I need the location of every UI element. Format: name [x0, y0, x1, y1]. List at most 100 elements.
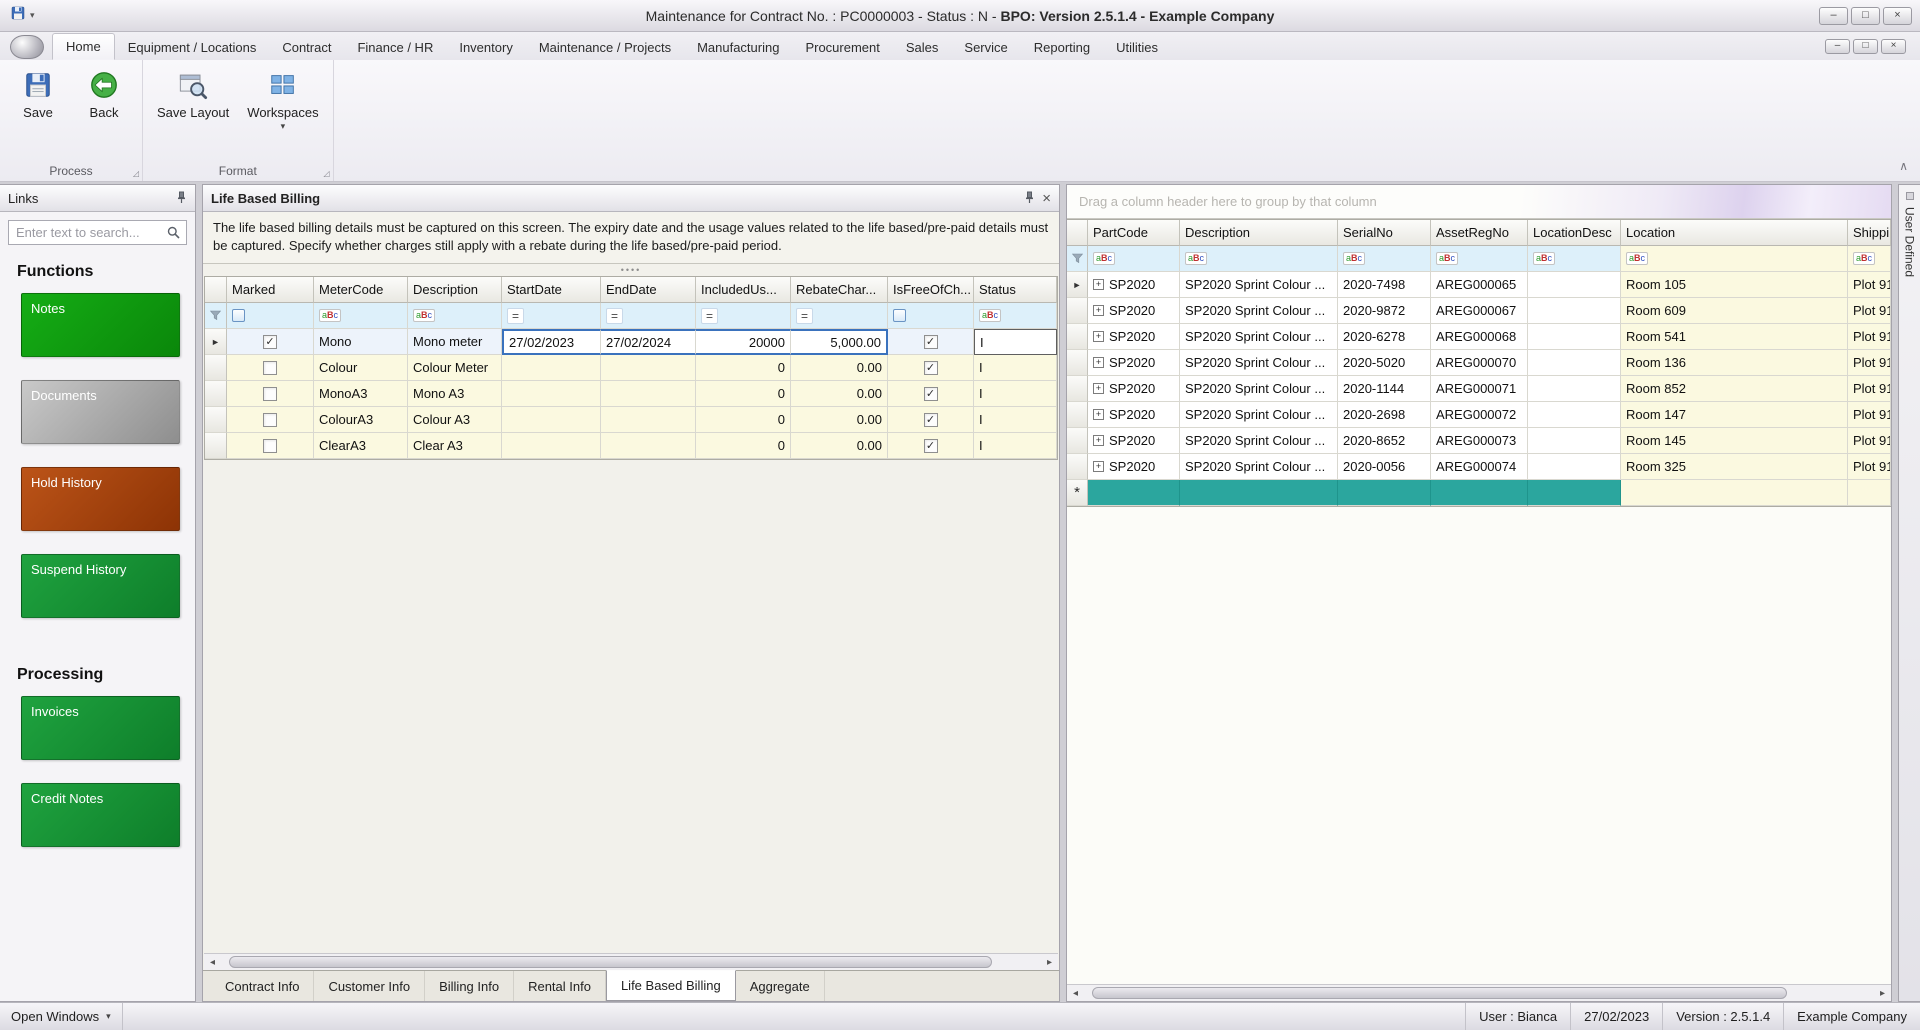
dialog-launcher-icon[interactable]: ◿	[323, 169, 329, 178]
link-button-credit-notes[interactable]: Credit Notes	[21, 783, 180, 847]
close-panel-icon[interactable]: ×	[1042, 191, 1051, 206]
ribbon-tab-home[interactable]: Home	[52, 33, 115, 60]
application-menu-button[interactable]	[10, 35, 44, 59]
open-windows-button[interactable]: Open Windows ▾	[0, 1003, 123, 1030]
cell-isfreeofcharge[interactable]: ✓	[888, 381, 974, 407]
filter-cell-partcode[interactable]: aBc	[1088, 246, 1180, 272]
ribbon-tab-equipment-locations[interactable]: Equipment / Locations	[115, 35, 270, 60]
checkbox-checked[interactable]: ✓	[924, 335, 938, 349]
asset-row[interactable]: +SP2020SP2020 Sprint Colour ...2020-5020…	[1067, 350, 1891, 376]
insert-cell-partcode[interactable]	[1088, 480, 1180, 506]
quick-save-icon[interactable]	[10, 5, 26, 26]
ribbon-tab-inventory[interactable]: Inventory	[446, 35, 525, 60]
abc-filter-icon[interactable]: aBc	[1853, 252, 1875, 265]
ribbon-tab-contract[interactable]: Contract	[269, 35, 344, 60]
filter-cell-assetregno[interactable]: aBc	[1431, 246, 1528, 272]
column-header-status[interactable]: Status	[974, 277, 1057, 303]
abc-filter-icon[interactable]: aBc	[979, 309, 1001, 322]
column-header-locationdesc[interactable]: LocationDesc	[1528, 220, 1621, 246]
checkbox-unchecked[interactable]	[263, 361, 277, 375]
search-input[interactable]	[8, 220, 187, 245]
column-header-metercode[interactable]: MeterCode	[314, 277, 408, 303]
asset-row[interactable]: +SP2020SP2020 Sprint Colour ...2020-8652…	[1067, 428, 1891, 454]
column-header-isfreeofcharge[interactable]: IsFreeOfCh...	[888, 277, 974, 303]
abc-filter-icon[interactable]: aBc	[1436, 252, 1458, 265]
scroll-right-arrow[interactable]: ▸	[1041, 957, 1058, 968]
asset-row[interactable]: +SP2020SP2020 Sprint Colour ...2020-6278…	[1067, 324, 1891, 350]
checkbox-checked[interactable]: ✓	[924, 361, 938, 375]
ribbon-minimize-button[interactable]: –	[1825, 39, 1850, 54]
cell-marked[interactable]	[227, 407, 314, 433]
column-header-assetregno[interactable]: AssetRegNo	[1431, 220, 1528, 246]
insert-cell-location[interactable]	[1621, 480, 1848, 506]
scrollbar-track[interactable]	[221, 954, 1041, 970]
column-header-location[interactable]: Location	[1621, 220, 1848, 246]
pin-icon[interactable]	[176, 191, 187, 206]
equals-filter-icon[interactable]: =	[701, 308, 718, 324]
ribbon-tab-sales[interactable]: Sales	[893, 35, 952, 60]
filter-cell-shipping[interactable]: aBc	[1848, 246, 1891, 272]
filter-cell-includedusage[interactable]: =	[696, 303, 791, 329]
filter-cell-marked[interactable]	[227, 303, 314, 329]
checkbox-unchecked[interactable]	[263, 387, 277, 401]
expand-icon[interactable]: +	[1093, 383, 1104, 394]
minimize-button[interactable]: –	[1819, 7, 1848, 25]
filter-cell-status[interactable]: aBc	[974, 303, 1057, 329]
insert-cell-shipping[interactable]	[1848, 480, 1891, 506]
cell-marked[interactable]	[227, 381, 314, 407]
ribbon-button-back[interactable]: Back	[74, 64, 134, 162]
filter-cell-isfreeofcharge[interactable]	[888, 303, 974, 329]
asset-row[interactable]: ►+SP2020SP2020 Sprint Colour ...2020-749…	[1067, 272, 1891, 298]
filter-cell-serialno[interactable]: aBc	[1338, 246, 1431, 272]
scrollbar-thumb[interactable]	[1092, 987, 1787, 999]
expand-icon[interactable]: +	[1093, 357, 1104, 368]
cell-marked[interactable]: ✓	[227, 329, 314, 355]
dialog-launcher-icon[interactable]: ◿	[133, 169, 139, 178]
abc-filter-icon[interactable]: aBc	[1185, 252, 1207, 265]
column-header-shipping[interactable]: Shipping	[1848, 220, 1891, 246]
scrollbar-thumb[interactable]	[229, 956, 992, 968]
link-button-invoices[interactable]: Invoices	[21, 696, 180, 760]
cell-isfreeofcharge[interactable]: ✓	[888, 329, 974, 355]
asset-row[interactable]: +SP2020SP2020 Sprint Colour ...2020-1144…	[1067, 376, 1891, 402]
ribbon-button-save[interactable]: Save	[8, 64, 68, 162]
link-button-hold-history[interactable]: Hold History	[21, 467, 180, 531]
column-header-description[interactable]: Description	[408, 277, 502, 303]
ribbon-tab-procurement[interactable]: Procurement	[792, 35, 892, 60]
abc-filter-icon[interactable]: aBc	[1093, 252, 1115, 265]
tab-billing-info[interactable]: Billing Info	[425, 971, 514, 1001]
asset-row[interactable]: +SP2020SP2020 Sprint Colour ...2020-2698…	[1067, 402, 1891, 428]
equals-filter-icon[interactable]: =	[796, 308, 813, 324]
abc-filter-icon[interactable]: aBc	[413, 309, 435, 322]
billing-horizontal-scrollbar[interactable]: ◂ ▸	[204, 953, 1058, 970]
tab-rental-info[interactable]: Rental Info	[514, 971, 606, 1001]
billing-row[interactable]: ►✓MonoMono meter27/02/202327/02/20242000…	[205, 329, 1057, 355]
abc-filter-icon[interactable]: aBc	[1343, 252, 1365, 265]
splitter-handle[interactable]: ••••	[203, 264, 1059, 276]
column-header-marked[interactable]: Marked	[227, 277, 314, 303]
ribbon-tab-finance-hr[interactable]: Finance / HR	[344, 35, 446, 60]
link-button-suspend-history[interactable]: Suspend History	[21, 554, 180, 618]
filter-cell-description[interactable]: aBc	[1180, 246, 1338, 272]
ribbon-button-workspaces[interactable]: Workspaces▾	[241, 64, 324, 162]
ribbon-button-save-layout[interactable]: Save Layout	[151, 64, 235, 162]
maximize-button[interactable]: □	[1851, 7, 1880, 25]
asset-row[interactable]: +SP2020SP2020 Sprint Colour ...2020-9872…	[1067, 298, 1891, 324]
checkbox-filter-icon[interactable]	[893, 309, 906, 322]
ribbon-maximize-button[interactable]: □	[1853, 39, 1878, 54]
cell-marked[interactable]	[227, 433, 314, 459]
tab-customer-info[interactable]: Customer Info	[314, 971, 425, 1001]
cell-marked[interactable]	[227, 355, 314, 381]
equals-filter-icon[interactable]: =	[507, 308, 524, 324]
equals-filter-icon[interactable]: =	[606, 308, 623, 324]
user-defined-tab[interactable]: User Defined	[1898, 184, 1920, 1002]
collapse-ribbon-icon[interactable]: ∧	[1899, 159, 1908, 173]
billing-row[interactable]: ColourColour Meter00.00✓I	[205, 355, 1057, 381]
scrollbar-track[interactable]	[1084, 985, 1874, 1001]
scroll-left-arrow[interactable]: ◂	[204, 957, 221, 968]
checkbox-unchecked[interactable]	[263, 439, 277, 453]
column-header-includedusage[interactable]: IncludedUs...	[696, 277, 791, 303]
filter-cell-startdate[interactable]: =	[502, 303, 601, 329]
tab-life-based-billing[interactable]: Life Based Billing	[606, 970, 736, 1001]
abc-filter-icon[interactable]: aBc	[1626, 252, 1648, 265]
